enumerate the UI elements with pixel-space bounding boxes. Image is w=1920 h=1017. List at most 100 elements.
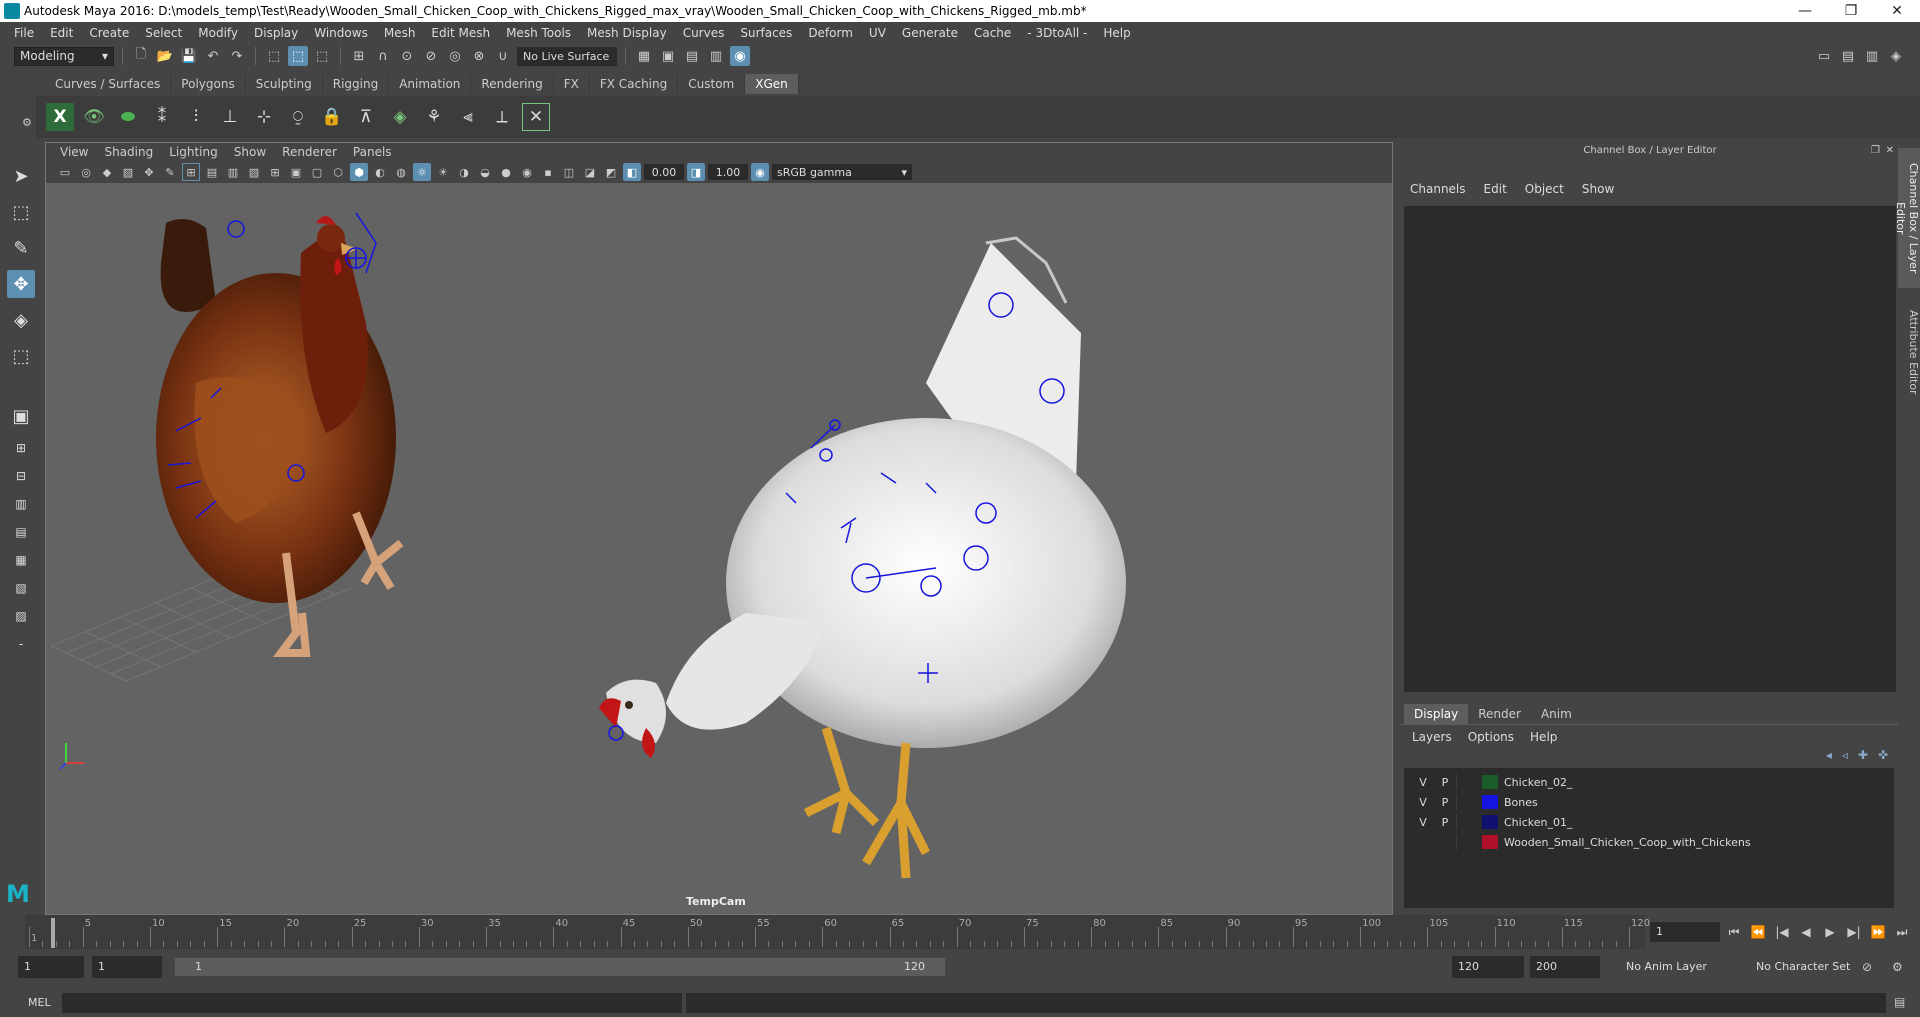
vp-menu-view[interactable]: View <box>52 145 96 159</box>
shadows-icon[interactable]: ☀ <box>434 163 452 181</box>
layer-type-toggle[interactable] <box>1456 814 1478 830</box>
layer-menu-options[interactable]: Options <box>1468 730 1514 744</box>
xray-icon[interactable]: ◫ <box>560 163 578 181</box>
layer-playback-toggle[interactable]: P <box>1434 776 1456 789</box>
anti-aliasing-icon[interactable]: ● <box>497 163 515 181</box>
menu-windows[interactable]: Windows <box>306 26 376 40</box>
menu-modify[interactable]: Modify <box>190 26 246 40</box>
vp-menu-show[interactable]: Show <box>226 145 274 159</box>
single-perspective-layout-icon[interactable]: ▣ <box>7 402 35 430</box>
menu-create[interactable]: Create <box>81 26 137 40</box>
textured-icon[interactable]: ◍ <box>392 163 410 181</box>
layer-visibility-toggle[interactable]: V <box>1412 796 1434 809</box>
use-all-lights-icon[interactable]: ☼ <box>413 163 431 181</box>
current-time-indicator[interactable] <box>51 918 55 948</box>
layer-type-toggle[interactable] <box>1456 834 1478 850</box>
menu-surfaces[interactable]: Surfaces <box>732 26 800 40</box>
resolution-gate-icon[interactable]: ▥ <box>224 163 242 181</box>
menu-display[interactable]: Display <box>246 26 306 40</box>
play-backwards-icon[interactable]: ◀ <box>1797 922 1815 942</box>
current-frame-field[interactable]: 1 <box>1650 922 1720 942</box>
cb-menu-channels[interactable]: Channels <box>1410 182 1476 196</box>
vp-menu-lighting[interactable]: Lighting <box>161 145 226 159</box>
playback-start-field[interactable]: 1 <box>92 956 162 978</box>
minimize-button[interactable]: — <box>1782 0 1828 22</box>
render-frame-icon[interactable]: ▣ <box>658 46 678 66</box>
four-view-layout-icon[interactable]: ⊞ <box>7 438 35 458</box>
menu-3dtoall[interactable]: - 3DtoAll - <box>1019 26 1095 40</box>
wireframe-icon[interactable]: ⬡ <box>329 163 347 181</box>
exposure-icon[interactable]: ◧ <box>623 163 641 181</box>
persp-graph-hypershade-layout-icon[interactable]: ▧ <box>7 578 35 598</box>
lasso-tool-icon[interactable]: ⬚ <box>7 198 35 226</box>
xgen-place-guide-icon[interactable]: ⊥ <box>216 103 244 131</box>
move-layer-up-icon[interactable]: ◂ <box>1826 748 1832 762</box>
menu-file[interactable]: File <box>6 26 42 40</box>
maximize-button[interactable]: ❐ <box>1828 0 1874 22</box>
xgen-modifiers-icon[interactable]: ⚘ <box>420 103 448 131</box>
xgen-add-guide-icon[interactable]: ⊹ <box>250 103 278 131</box>
gamma-field[interactable]: 1.00 <box>708 164 748 180</box>
menu-edit-mesh[interactable]: Edit Mesh <box>423 26 498 40</box>
snap-grid-icon[interactable]: ⊞ <box>349 46 369 66</box>
smooth-shade-icon[interactable]: ⬢ <box>350 163 368 181</box>
snap-view-plane-icon[interactable]: ⊘ <box>421 46 441 66</box>
vp-menu-panels[interactable]: Panels <box>345 145 400 159</box>
safe-action-icon[interactable]: ▣ <box>287 163 305 181</box>
wireframe-on-shaded-icon[interactable]: ◐ <box>371 163 389 181</box>
vp-menu-renderer[interactable]: Renderer <box>274 145 345 159</box>
command-input[interactable] <box>62 993 682 1013</box>
channel-box-content[interactable] <box>1404 206 1896 692</box>
bookmark-icon[interactable]: ◆ <box>98 163 116 181</box>
xgen-layers-icon[interactable]: ◈ <box>386 103 414 131</box>
menu-mesh[interactable]: Mesh <box>376 26 424 40</box>
shelf-tab-curves-surfaces[interactable]: Curves / Surfaces <box>45 74 172 94</box>
xgen-delete-icon[interactable]: ✕ <box>522 103 550 131</box>
xgen-bake-icon[interactable]: ⊼ <box>352 103 380 131</box>
time-slider-track[interactable]: 1 5 10 15 20 25 30 35 40 45 50 55 60 65 70 75 80 85 90 95 10… <box>25 915 1650 949</box>
layer-color-swatch[interactable] <box>1482 835 1498 849</box>
shelf-tab-rigging[interactable]: Rigging <box>323 74 390 94</box>
step-forward-frame-icon[interactable]: ▶| <box>1845 922 1863 942</box>
cb-menu-object[interactable]: Object <box>1525 182 1574 196</box>
layer-menu-help[interactable]: Help <box>1530 730 1557 744</box>
xgen-add-guides-icon[interactable]: ⁑ <box>148 103 176 131</box>
playback-end-field[interactable]: 120 <box>1452 956 1524 978</box>
view-transform-dropdown[interactable]: sRGB gamma ▾ <box>772 164 912 180</box>
channel-box-toggle-icon[interactable]: ◈ <box>1886 46 1906 66</box>
xgen-interactive-groom-icon[interactable]: ⫷ <box>454 103 482 131</box>
xgen-sculpt-guide-icon[interactable]: ⍜ <box>284 103 312 131</box>
paint-select-tool-icon[interactable]: ✎ <box>7 234 35 262</box>
layer-tab-display[interactable]: Display <box>1404 704 1469 724</box>
menu-select[interactable]: Select <box>137 26 190 40</box>
camera-select-icon[interactable]: ▭ <box>56 163 74 181</box>
move-tool-icon[interactable]: ✥ <box>7 270 35 298</box>
scene-view[interactable] <box>46 183 1392 914</box>
shelf-tab-polygons[interactable]: Polygons <box>171 74 246 94</box>
layout-icon[interactable]: ▤ <box>1838 46 1858 66</box>
save-scene-icon[interactable]: 💾 <box>179 46 199 66</box>
select-object-icon[interactable]: ⬚ <box>288 46 308 66</box>
step-back-key-icon[interactable]: ⏪ <box>1749 922 1767 942</box>
snap-point-icon[interactable]: ⊙ <box>397 46 417 66</box>
undo-icon[interactable]: ↶ <box>203 46 223 66</box>
shelf-tab-fx[interactable]: FX <box>554 74 590 94</box>
gamma-icon[interactable]: ◨ <box>687 163 705 181</box>
layer-tab-render[interactable]: Render <box>1468 704 1531 724</box>
layer-visibility-toggle[interactable]: V <box>1412 816 1434 829</box>
select-component-icon[interactable]: ⬚ <box>312 46 332 66</box>
layer-visibility-toggle[interactable]: V <box>1412 776 1434 789</box>
grid-icon[interactable]: ⊞ <box>182 163 200 181</box>
field-chart-icon[interactable]: ⊞ <box>266 163 284 181</box>
color-management-icon[interactable]: ◉ <box>751 163 769 181</box>
script-editor-icon[interactable]: ▤ <box>1894 995 1905 1009</box>
redo-icon[interactable]: ↷ <box>227 46 247 66</box>
side-tab-channel-box[interactable]: Channel Box / Layer Editor <box>1894 148 1920 288</box>
white-chicken-model[interactable] <box>599 236 1126 879</box>
shelf-tab-fx-caching[interactable]: FX Caching <box>590 74 679 94</box>
command-language-label[interactable]: MEL <box>28 993 51 1013</box>
xgen-preview-icon[interactable]: 👁 <box>80 103 108 131</box>
layer-color-swatch[interactable] <box>1482 795 1498 809</box>
open-scene-icon[interactable]: 📂 <box>155 46 175 66</box>
layer-row[interactable]: V P Chicken_02_ <box>1404 772 1894 792</box>
